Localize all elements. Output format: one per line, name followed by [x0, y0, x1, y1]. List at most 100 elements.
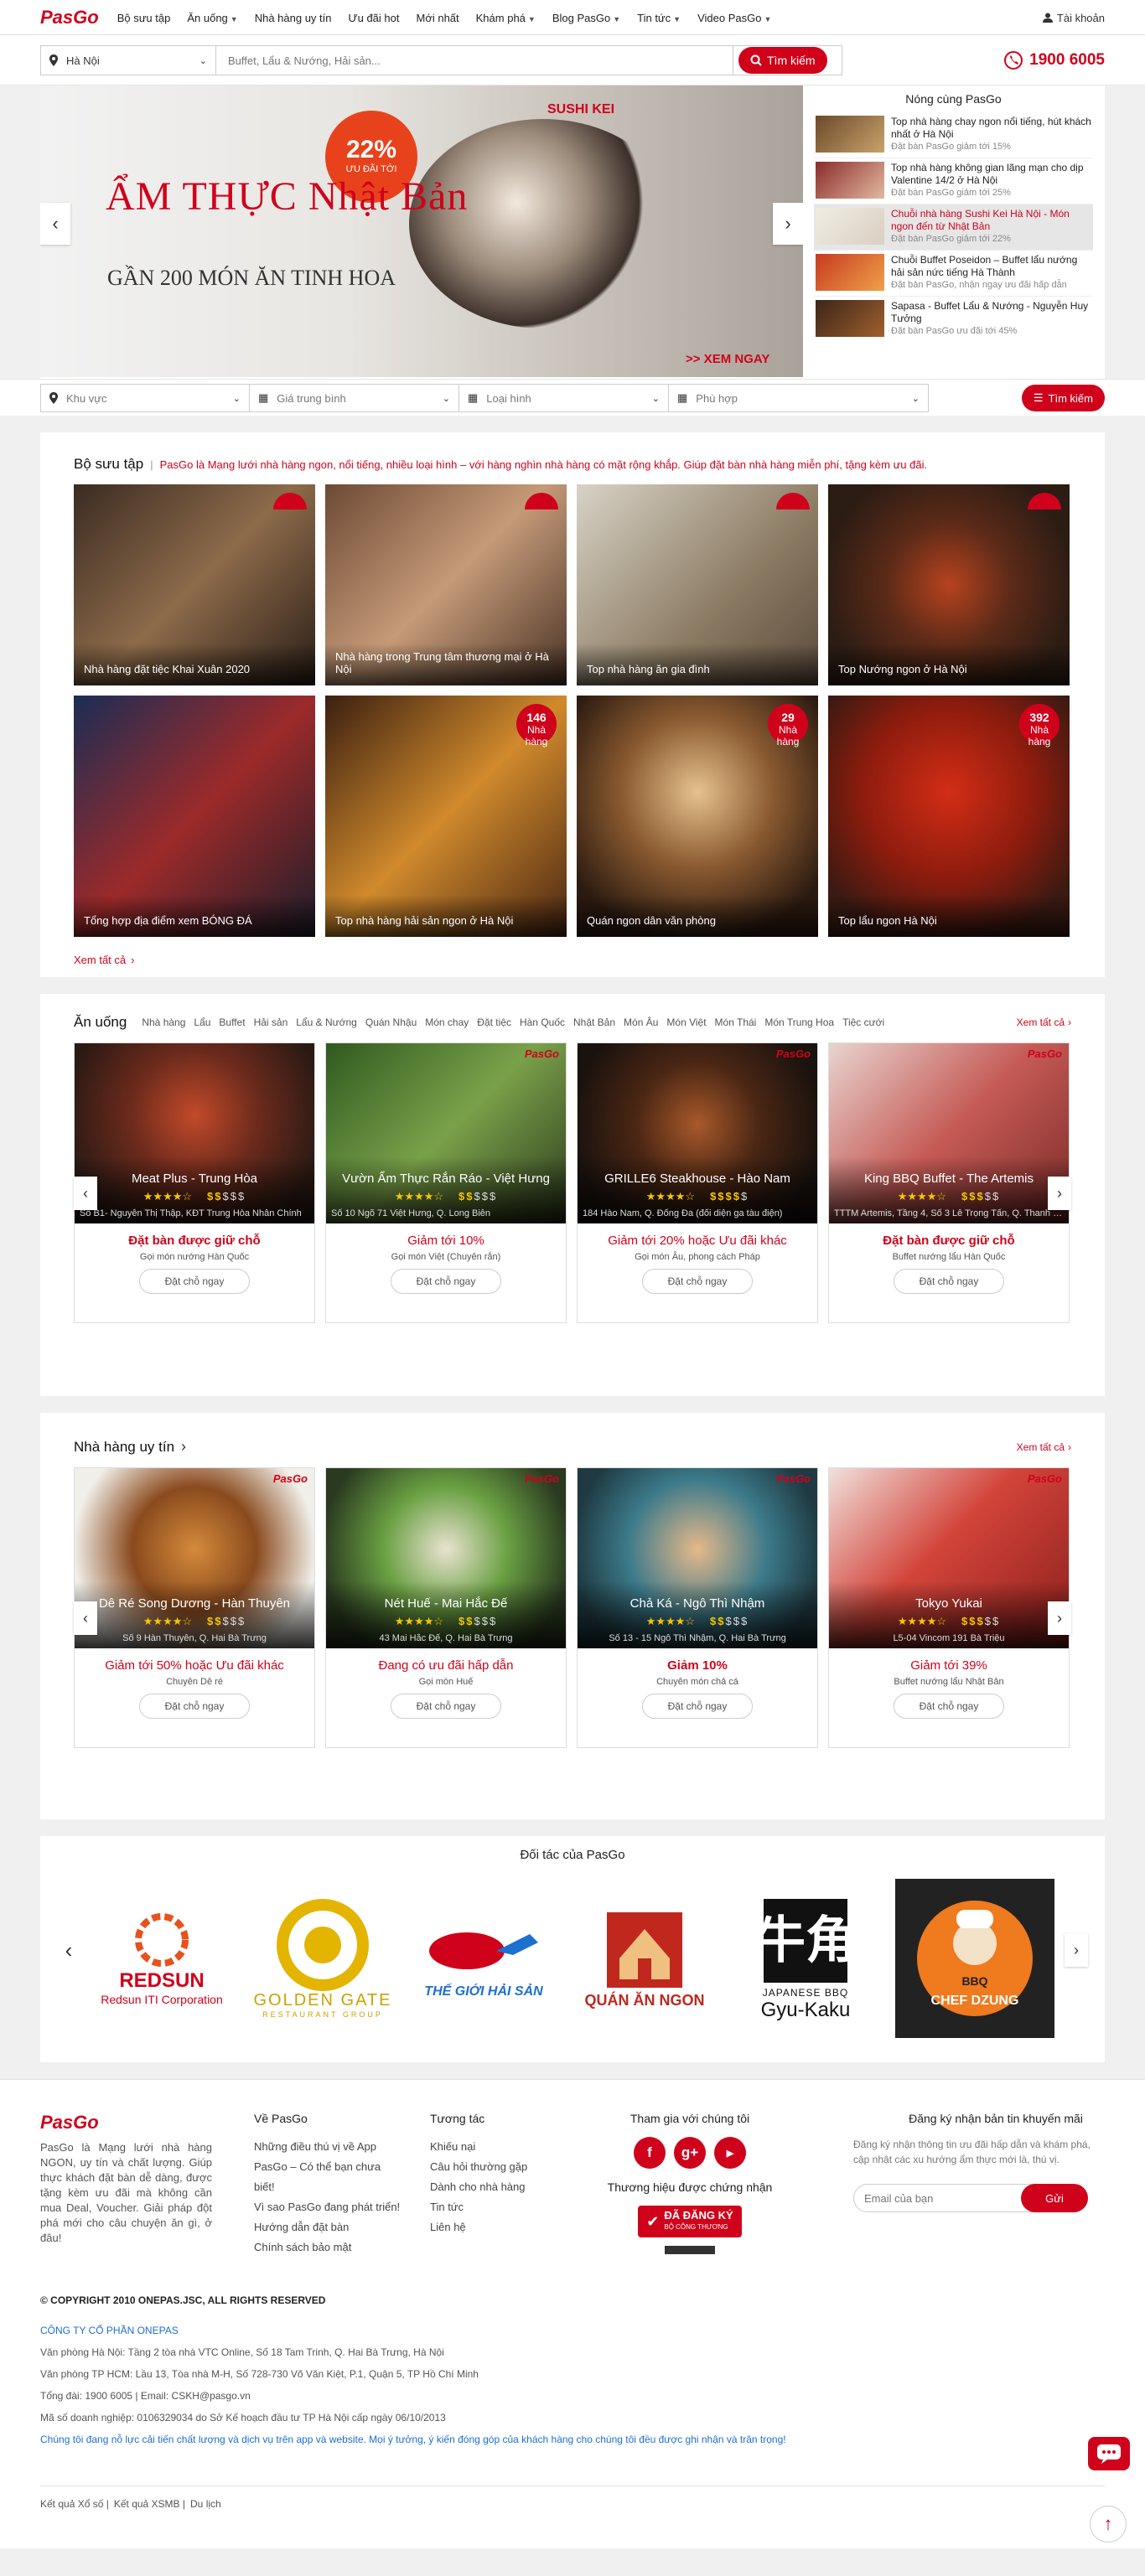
- partner-logo[interactable]: BBQ CHEF DZUNG: [895, 1879, 1054, 2038]
- nav-item-collections[interactable]: Bộ sưu tập: [117, 12, 171, 24]
- nav-item-hot-deals[interactable]: Ưu đãi hot: [349, 12, 400, 24]
- collection-tile[interactable]: 29 Nhà hàng Quán ngon dân văn phòng: [577, 696, 818, 937]
- book-now-button[interactable]: Đặt chỗ ngay: [391, 1694, 501, 1719]
- nav-item-video[interactable]: Video PasGo ▼: [697, 12, 771, 24]
- hot-news-item[interactable]: Chuỗi Buffet Poseidon – Buffet lẩu nướng…: [814, 251, 1093, 297]
- collections-see-all[interactable]: Xem tất cả ›: [74, 954, 1071, 966]
- footer-link[interactable]: Vì sao PasGo đang phát triển!: [254, 2197, 401, 2217]
- restaurant-card[interactable]: PasGo Tokyo Yukai ★★★★☆ $$$$$ L5-04 Vinco…: [828, 1467, 1070, 1748]
- partner-logo[interactable]: THẾ GIỚI HẢI SẢN: [412, 1883, 555, 2034]
- back-to-top-button[interactable]: ↑: [1090, 2506, 1127, 2542]
- book-now-button[interactable]: Đặt chỗ ngay: [642, 1269, 753, 1294]
- footer-link[interactable]: Những điều thú vị về App PasGo – Có thể …: [254, 2137, 401, 2197]
- tab-vegetarian[interactable]: Món chay: [425, 1016, 469, 1028]
- nav-item-blog[interactable]: Blog PasGo ▼: [552, 12, 620, 24]
- tab-buffet[interactable]: Buffet: [219, 1016, 245, 1028]
- footer-link[interactable]: Liên hệ: [430, 2217, 585, 2237]
- restaurant-card[interactable]: Meat Plus - Trung Hòa ★★★★☆ $$$$$ Số B1- …: [74, 1042, 315, 1323]
- tab-pub[interactable]: Quán Nhậu: [365, 1016, 417, 1028]
- dmca-badge[interactable]: [665, 2246, 715, 2254]
- tab-korean[interactable]: Hàn Quốc: [520, 1016, 565, 1028]
- book-now-button[interactable]: Đặt chỗ ngay: [139, 1694, 250, 1719]
- collection-tile[interactable]: 392 Nhà hàng Top lẩu ngon Hà Nội: [828, 696, 1070, 937]
- collection-tile[interactable]: Top Nướng ngon ở Hà Nội: [828, 484, 1070, 685]
- tab-vietnamese[interactable]: Món Việt: [666, 1016, 706, 1028]
- book-now-button[interactable]: Đặt chỗ ngay: [139, 1269, 250, 1294]
- partners-next-button[interactable]: ›: [1065, 1933, 1088, 1967]
- footer-link[interactable]: Hướng dẫn đặt bàn: [254, 2217, 401, 2237]
- chat-button[interactable]: [1088, 2437, 1130, 2470]
- google-plus-icon[interactable]: g+: [674, 2137, 706, 2169]
- newsletter-email-input[interactable]: [853, 2184, 1038, 2212]
- nav-item-explore[interactable]: Khám phá ▼: [476, 12, 536, 24]
- food-next-button[interactable]: ›: [1048, 1177, 1071, 1210]
- hot-news-item[interactable]: Top nhà hàng không gian lãng mạn cho dịp…: [814, 158, 1093, 204]
- city-select[interactable]: Hà Nội ⌄: [40, 45, 216, 75]
- footer-logo[interactable]: PasGo: [40, 2112, 194, 2134]
- partner-logo[interactable]: 牛角 JAPANESE BBQ Gyu-Kaku: [734, 1883, 877, 2034]
- restaurant-card[interactable]: PasGo Dê Ré Song Dương - Hàn Thuyên ★★★★…: [74, 1467, 315, 1748]
- partner-logo[interactable]: GOLDEN GATE RESTAURANT GROUP: [251, 1883, 394, 2034]
- tab-hotpot-grill[interactable]: Lẩu & Nướng: [296, 1016, 357, 1028]
- type-select[interactable]: ▦ Loại hình ⌄: [459, 384, 669, 412]
- price-select[interactable]: ▦ Giá trung bình ⌄: [250, 384, 459, 412]
- next-slide-button[interactable]: ›: [773, 203, 803, 245]
- book-now-button[interactable]: Đặt chỗ ngay: [642, 1694, 753, 1719]
- book-now-button[interactable]: Đặt chỗ ngay: [894, 1694, 1004, 1719]
- book-now-button[interactable]: Đặt chỗ ngay: [391, 1269, 501, 1294]
- pasgo-logo[interactable]: PasGo: [40, 7, 99, 28]
- footer-link[interactable]: Câu hỏi thường gặp: [430, 2157, 585, 2177]
- tab-chinese[interactable]: Món Trung Hoa: [764, 1016, 834, 1028]
- youtube-icon[interactable]: ▶: [714, 2137, 746, 2169]
- tab-hotpot[interactable]: Lẩu: [194, 1016, 210, 1028]
- newsletter-submit-button[interactable]: Gửi: [1021, 2184, 1088, 2212]
- tab-seafood[interactable]: Hải sản: [254, 1016, 288, 1028]
- collection-tile[interactable]: Tổng hợp địa điểm xem BÓNG ĐÁ: [74, 696, 315, 937]
- footer-link[interactable]: Tin tức: [430, 2197, 585, 2217]
- tab-european[interactable]: Món Âu: [624, 1016, 658, 1028]
- prev-slide-button[interactable]: ‹: [40, 203, 70, 245]
- trusted-prev-button[interactable]: ‹: [74, 1601, 97, 1635]
- search-input[interactable]: [216, 45, 733, 75]
- trusted-see-all[interactable]: Xem tất cả ›: [1017, 1441, 1071, 1453]
- restaurant-card[interactable]: PasGo King BBQ Buffet - The Artemis ★★★★…: [828, 1042, 1070, 1323]
- trusted-next-button[interactable]: ›: [1048, 1601, 1071, 1635]
- nav-item-food[interactable]: Ăn uống ▼: [187, 12, 237, 24]
- partner-logo[interactable]: REDSUN Redsun ITI Corporation: [91, 1883, 233, 2034]
- partner-logo[interactable]: QUÁN ĂN NGON: [573, 1883, 716, 2034]
- banner-cta[interactable]: >> XEM NGAY: [686, 352, 769, 366]
- hot-news-item[interactable]: Chuỗi nhà hàng Sushi Kei Hà Nội - Món ng…: [814, 204, 1093, 251]
- collection-tile[interactable]: Nhà hàng đặt tiệc Khai Xuân 2020: [74, 484, 315, 685]
- footer-link[interactable]: Dành cho nhà hàng: [430, 2177, 585, 2197]
- search-button[interactable]: Tìm kiếm: [738, 47, 827, 74]
- restaurant-card[interactable]: PasGo Chả Ká - Ngô Thì Nhậm ★★★★☆ $$$$$ S…: [577, 1467, 818, 1748]
- account-menu[interactable]: Tài khoản: [1042, 12, 1105, 24]
- nav-item-news[interactable]: Tin tức ▼: [637, 12, 681, 24]
- travel-link[interactable]: Du lịch: [190, 2498, 221, 2510]
- restaurant-card[interactable]: PasGo GRILLE6 Steakhouse - Hào Nam ★★★★☆…: [577, 1042, 818, 1323]
- collection-tile[interactable]: 146 Nhà hàng Top nhà hàng hải sản ngon ở H…: [325, 696, 567, 937]
- lottery-xsmb-link[interactable]: Kết quả XSMB |: [114, 2498, 185, 2510]
- tab-wedding[interactable]: Tiệc cưới: [842, 1016, 884, 1028]
- collection-tile[interactable]: Top nhà hàng ăn gia đình: [577, 484, 818, 685]
- area-select[interactable]: Khu vực ⌄: [40, 384, 250, 412]
- collection-tile[interactable]: Nhà hàng trong Trung tâm thương mại ở Hà…: [325, 484, 567, 685]
- registered-badge[interactable]: ✔ ĐÃ ĐĂNG KÝ BỘ CÔNG THƯƠNG: [638, 2206, 742, 2237]
- hot-news-item[interactable]: Sapasa - Buffet Lẩu & Nướng - Nguyễn Huy…: [814, 297, 1093, 343]
- lottery-link[interactable]: Kết quả Xổ số |: [40, 2498, 109, 2510]
- facebook-icon[interactable]: f: [634, 2137, 666, 2169]
- tab-thai[interactable]: Món Thái: [715, 1016, 757, 1028]
- tab-party[interactable]: Đặt tiệc: [477, 1016, 511, 1028]
- food-see-all[interactable]: Xem tất cả ›: [1017, 1016, 1071, 1028]
- partners-prev-button[interactable]: ‹: [57, 1933, 80, 1967]
- hotline[interactable]: 1900 6005: [1004, 51, 1105, 70]
- book-now-button[interactable]: Đặt chỗ ngay: [894, 1269, 1004, 1294]
- nav-item-trusted[interactable]: Nhà hàng uy tín: [255, 12, 332, 24]
- tab-restaurant[interactable]: Nhà hàng: [142, 1016, 185, 1028]
- tab-japanese[interactable]: Nhật Bản: [573, 1016, 615, 1028]
- fit-select[interactable]: ▦ Phù hợp ⌄: [669, 384, 929, 412]
- nav-item-newest[interactable]: Mới nhất: [416, 12, 459, 24]
- hot-news-item[interactable]: Top nhà hàng chay ngon nổi tiếng, hút kh…: [814, 112, 1093, 158]
- food-prev-button[interactable]: ‹: [74, 1177, 97, 1210]
- footer-link[interactable]: Khiếu nại: [430, 2137, 585, 2157]
